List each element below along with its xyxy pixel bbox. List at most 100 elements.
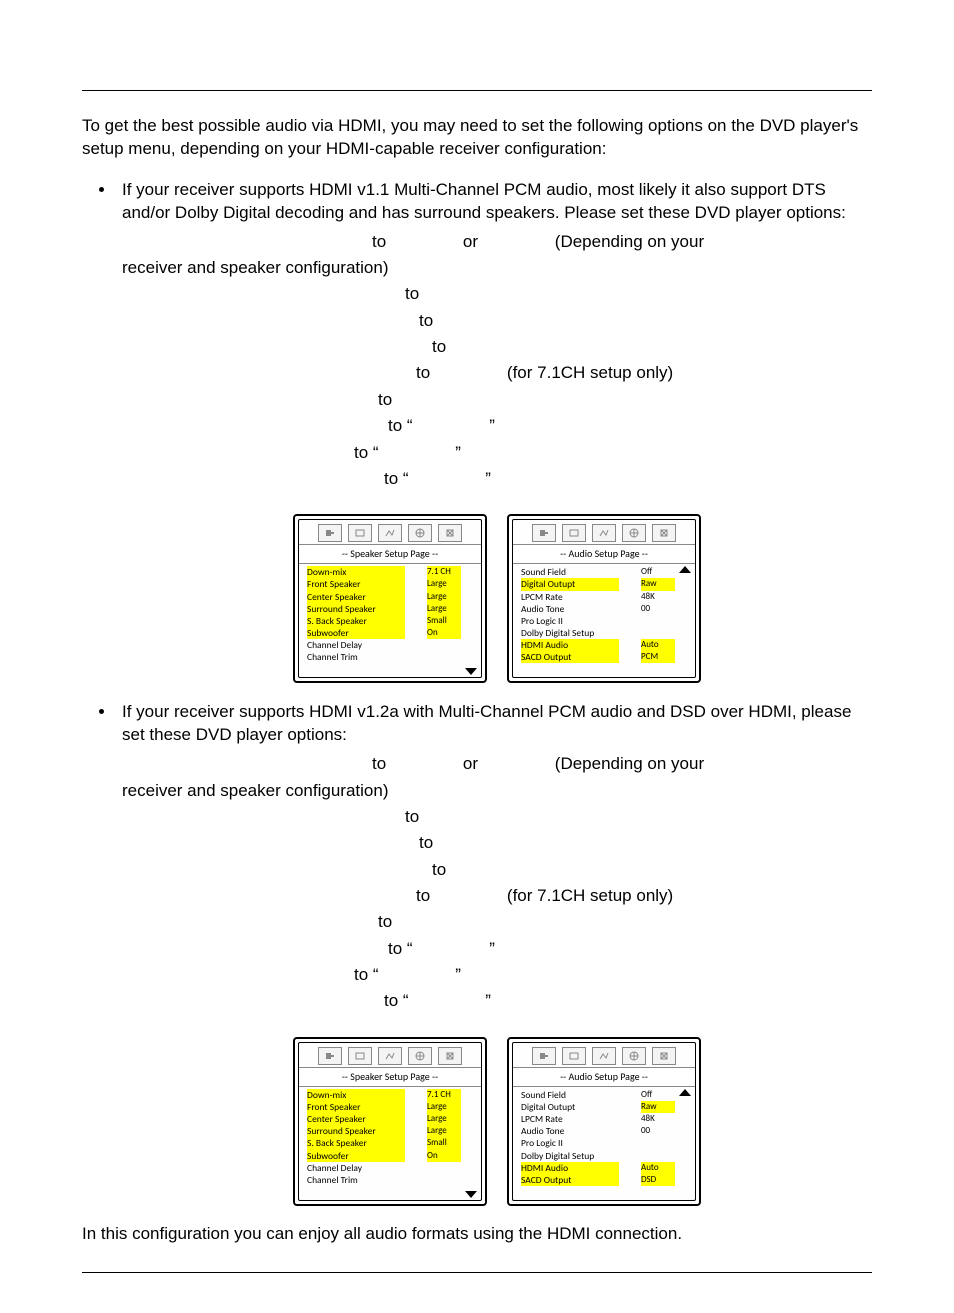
panel-value: Small bbox=[427, 615, 461, 627]
option-a: to “ bbox=[388, 936, 413, 962]
option-a: to bbox=[416, 883, 430, 909]
option-a: to “ bbox=[388, 413, 413, 439]
option-a: receiver and speaker configuration) bbox=[122, 778, 388, 804]
panel-key: S. Back Speaker bbox=[307, 615, 405, 627]
panel-row: Sound Field Off bbox=[519, 566, 677, 578]
chevron-up-icon bbox=[679, 1089, 691, 1096]
option-b: ” bbox=[489, 939, 495, 958]
panel-key: LPCM Rate bbox=[521, 591, 619, 603]
intro-paragraph: To get the best possible audio via HDMI,… bbox=[82, 115, 872, 161]
globe-icon bbox=[408, 1047, 432, 1065]
panel-row: Pro Logic II bbox=[519, 615, 677, 627]
option-line: to “ ” bbox=[122, 962, 872, 988]
option-line: to “ ” bbox=[122, 413, 872, 439]
panel-key: Sound Field bbox=[521, 1089, 619, 1101]
panel-key: Subwoofer bbox=[307, 627, 405, 639]
option-a: to “ bbox=[384, 988, 409, 1014]
panel-key: HDMI Audio bbox=[521, 1162, 619, 1174]
panel-key: SACD Output bbox=[521, 651, 619, 663]
misc-icon bbox=[438, 524, 462, 542]
option-line: to bbox=[122, 909, 872, 935]
option-line: to “ ” bbox=[122, 988, 872, 1014]
option-a: to bbox=[419, 308, 433, 334]
option-line: to (for 7.1CH setup only) bbox=[122, 360, 872, 386]
footer-rule bbox=[82, 1272, 872, 1273]
section-lead: If your receiver supports HDMI v1.2a wit… bbox=[122, 701, 872, 747]
closing-paragraph: In this configuration you can enjoy all … bbox=[82, 1224, 872, 1244]
speaker-icon bbox=[532, 524, 556, 542]
misc-icon bbox=[652, 1047, 676, 1065]
panel-row: Surround SpeakerLarge bbox=[305, 1125, 463, 1137]
panel-key: Center Speaker bbox=[307, 1113, 405, 1125]
panel-value: On bbox=[427, 627, 461, 639]
panel-value bbox=[641, 615, 675, 627]
speaker-icon bbox=[318, 1047, 342, 1065]
video-icon bbox=[562, 1047, 586, 1065]
panel-key: Center Speaker bbox=[307, 591, 405, 603]
panel-value bbox=[641, 627, 675, 639]
panel-key: Dolby Digital Setup bbox=[521, 627, 619, 639]
audio-icon bbox=[378, 1047, 402, 1065]
misc-icon bbox=[652, 524, 676, 542]
panel-body: Down-mix7.1 CHFront SpeakerLargeCenter S… bbox=[299, 564, 481, 677]
panel-title: -- Speaker Setup Page -- bbox=[299, 1067, 481, 1087]
panel-title: -- Audio Setup Page -- bbox=[513, 1067, 695, 1087]
audio-icon bbox=[592, 524, 616, 542]
panel-title: -- Audio Setup Page -- bbox=[513, 544, 695, 564]
option-line: to bbox=[122, 857, 872, 883]
option-a: to bbox=[372, 229, 386, 255]
panel-tabs bbox=[513, 1043, 695, 1067]
panel-row: Center Speaker Large bbox=[305, 591, 463, 603]
option-note: (Depending on your bbox=[555, 754, 704, 773]
panel-tabs bbox=[513, 520, 695, 544]
panel-value: 7.1 CH bbox=[427, 566, 461, 578]
panel-key: Pro Logic II bbox=[521, 1137, 619, 1149]
option-section: If your receiver supports HDMI v1.2a wit… bbox=[116, 701, 872, 1206]
panel-value: Large bbox=[427, 603, 461, 615]
panel-key: Channel Trim bbox=[307, 1174, 405, 1186]
panel-body: Down-mix7.1 CHFront SpeakerLargeCenter S… bbox=[299, 1087, 481, 1200]
panel-value: Auto bbox=[641, 639, 675, 651]
panel-value: Off bbox=[641, 566, 675, 578]
option-a: to bbox=[432, 857, 446, 883]
panel-row: Channel Trim bbox=[305, 1174, 463, 1186]
option-line: to bbox=[122, 334, 872, 360]
panel-row: Center SpeakerLarge bbox=[305, 1113, 463, 1125]
header-rule bbox=[82, 90, 872, 91]
option-line: to “ ” bbox=[122, 936, 872, 962]
panel-key: Digital Outupt bbox=[521, 578, 619, 590]
option-a: receiver and speaker configuration) bbox=[122, 255, 388, 281]
option-line: to bbox=[122, 308, 872, 334]
panel-value: 00 bbox=[641, 1125, 675, 1137]
setup-panel: -- Audio Setup Page --Sound FieldOffDigi… bbox=[507, 1037, 701, 1206]
audio-icon bbox=[378, 524, 402, 542]
panel-key: Dolby Digital Setup bbox=[521, 1150, 619, 1162]
panel-value: Large bbox=[427, 591, 461, 603]
option-list: to or (Depending on yourreceiver and spe… bbox=[122, 229, 872, 492]
option-line: to or (Depending on your bbox=[122, 229, 872, 255]
option-b: or bbox=[463, 754, 478, 773]
panel-value bbox=[427, 639, 461, 651]
panel-scroll-arrows bbox=[464, 566, 478, 675]
option-note: (Depending on your bbox=[555, 232, 704, 251]
option-a: to “ bbox=[354, 440, 379, 466]
panel-row: Channel Delay bbox=[305, 639, 463, 651]
panel-key: Sound Field bbox=[521, 566, 619, 578]
chevron-up-icon bbox=[679, 566, 691, 573]
panel-title: -- Speaker Setup Page -- bbox=[299, 544, 481, 564]
option-a: to “ bbox=[354, 962, 379, 988]
panel-row: Channel Trim bbox=[305, 651, 463, 663]
panel-row: Down-mix7.1 CH bbox=[305, 1089, 463, 1101]
document-page: To get the best possible audio via HDMI,… bbox=[82, 0, 872, 1313]
panel-scroll-arrows bbox=[678, 566, 692, 675]
option-line: to “ ” bbox=[122, 466, 872, 492]
option-line: to or (Depending on your bbox=[122, 751, 872, 777]
globe-icon bbox=[408, 524, 432, 542]
panel-row: Digital OutuptRaw bbox=[519, 578, 677, 590]
panel-row: Digital OutuptRaw bbox=[519, 1101, 677, 1113]
setup-panel: -- Audio Setup Page --Sound FieldOffDigi… bbox=[507, 514, 701, 683]
setup-panel: -- Speaker Setup Page --Down-mix7.1 CHFr… bbox=[293, 1037, 487, 1206]
panel-value: DSD bbox=[641, 1174, 675, 1186]
panel-value: Large bbox=[427, 1101, 461, 1113]
panel-row: Surround SpeakerLarge bbox=[305, 603, 463, 615]
